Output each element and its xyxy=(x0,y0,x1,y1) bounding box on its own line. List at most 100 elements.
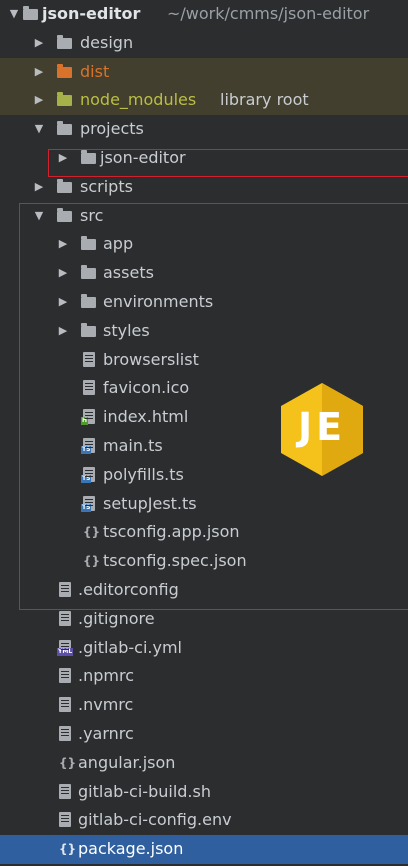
tree-item-gitlab-ci-yml[interactable]: YML .gitlab-ci.yml xyxy=(0,634,408,663)
tree-item-package-json[interactable]: {} package.json xyxy=(0,835,408,864)
tree-item-gitlab-ci-config[interactable]: gitlab-ci-config.env xyxy=(0,806,408,835)
file-label: polyfills.ts xyxy=(103,464,184,484)
file-label: .yarnrc xyxy=(78,723,134,743)
folder-label: design xyxy=(80,32,134,52)
file-label: favicon.ico xyxy=(103,378,190,398)
file-label: gitlab-ci-config.env xyxy=(78,810,232,830)
file-label: angular.json xyxy=(78,752,176,772)
tree-item-nvmrc[interactable]: .nvmrc xyxy=(0,691,408,720)
tree-item-dist[interactable]: ▶ dist xyxy=(0,57,408,87)
expanded-arrow-icon[interactable]: ▼ xyxy=(31,202,47,231)
json-file-icon: {} xyxy=(83,554,101,569)
expanded-arrow-icon[interactable]: ▼ xyxy=(31,115,47,144)
tree-item-gitignore[interactable]: .gitignore xyxy=(0,605,408,634)
folder-icon xyxy=(57,34,72,49)
ts-badge: TS xyxy=(81,474,92,483)
logo-text-wrapper: JE xyxy=(278,381,366,478)
json-file-icon: {} xyxy=(83,525,101,540)
ts-badge: TS xyxy=(81,503,92,512)
text-file-icon xyxy=(59,697,71,713)
folder-label: app xyxy=(103,234,134,254)
tree-item-tsconfig-spec[interactable]: {} tsconfig.spec.json xyxy=(0,547,408,576)
text-file-icon xyxy=(83,380,95,396)
typescript-file-icon: TS xyxy=(81,437,95,454)
collapsed-arrow-icon[interactable]: ▶ xyxy=(31,58,47,87)
folder-icon xyxy=(57,121,72,136)
tree-item-gitlab-ci-build[interactable]: gitlab-ci-build.sh xyxy=(0,778,408,807)
tree-item-node-modules[interactable]: ▶ node_modules library root xyxy=(0,86,408,116)
collapsed-arrow-icon[interactable]: ▶ xyxy=(31,173,47,202)
tree-item-projects[interactable]: ▼ projects xyxy=(0,115,408,144)
file-label: .npmrc xyxy=(78,666,134,686)
collapsed-arrow-icon[interactable]: ▶ xyxy=(55,288,71,317)
folder-label: assets xyxy=(103,263,154,283)
expanded-arrow-icon[interactable]: ▼ xyxy=(6,0,22,29)
tree-item-environments[interactable]: ▶ environments xyxy=(0,288,408,317)
tree-item-app[interactable]: ▶ app xyxy=(0,230,408,259)
collapsed-arrow-icon[interactable]: ▶ xyxy=(31,86,47,115)
file-label: tsconfig.app.json xyxy=(103,522,240,542)
text-file-icon xyxy=(59,668,71,684)
folder-label: styles xyxy=(103,320,150,340)
folder-label: node_modules xyxy=(80,90,197,110)
yml-badge: YML xyxy=(57,647,74,656)
typescript-file-icon: TS xyxy=(81,495,95,512)
file-label: main.ts xyxy=(103,435,163,455)
folder-icon xyxy=(81,265,96,280)
typescript-file-icon: TS xyxy=(81,466,95,483)
file-label: index.html xyxy=(103,407,189,427)
tree-item-setupjest-ts[interactable]: TS setupJest.ts xyxy=(0,490,408,519)
json-file-icon: {} xyxy=(59,755,77,770)
file-label: setupJest.ts xyxy=(103,493,197,513)
ts-badge: TS xyxy=(81,445,92,454)
file-label: package.json xyxy=(78,839,184,859)
file-label: browserslist xyxy=(103,349,199,369)
project-name: json-editor xyxy=(42,4,141,23)
collapsed-arrow-icon[interactable]: ▶ xyxy=(55,259,71,288)
file-label: .gitignore xyxy=(78,608,155,628)
tree-item-projects-json-editor[interactable]: ▶ json-editor xyxy=(0,144,408,173)
tree-item-scripts[interactable]: ▶ scripts xyxy=(0,173,408,202)
text-file-icon xyxy=(59,812,71,828)
folder-label: json-editor xyxy=(100,147,186,167)
html-badge: H xyxy=(81,417,89,426)
tree-item-design[interactable]: ▶ design xyxy=(0,29,408,58)
collapsed-arrow-icon[interactable]: ▶ xyxy=(55,317,71,346)
collapsed-arrow-icon[interactable]: ▶ xyxy=(55,144,71,173)
library-root-tag: library root xyxy=(220,90,309,110)
tree-item-yarnrc[interactable]: .yarnrc xyxy=(0,720,408,749)
tree-item-assets[interactable]: ▶ assets xyxy=(0,259,408,288)
collapsed-arrow-icon[interactable]: ▶ xyxy=(31,29,47,58)
folder-icon xyxy=(81,236,96,251)
json-file-icon: {} xyxy=(59,842,77,857)
excluded-folder-icon xyxy=(57,63,72,78)
project-path: ~/work/cmms/json-editor xyxy=(167,4,370,23)
folder-icon xyxy=(81,293,96,308)
tree-item-tsconfig-app[interactable]: {} tsconfig.app.json xyxy=(0,518,408,547)
folder-label: scripts xyxy=(80,176,133,196)
text-file-icon xyxy=(83,351,95,367)
folder-label: environments xyxy=(103,291,214,311)
collapsed-arrow-icon[interactable]: ▶ xyxy=(55,230,71,259)
file-label: tsconfig.spec.json xyxy=(103,551,247,571)
folder-icon xyxy=(57,207,72,222)
yaml-file-icon: YML xyxy=(57,639,74,656)
folder-label: projects xyxy=(80,119,144,139)
folder-icon xyxy=(23,6,38,20)
folder-icon xyxy=(57,178,72,193)
folder-label: dist xyxy=(80,61,110,81)
text-file-icon xyxy=(59,581,71,597)
tree-item-npmrc[interactable]: .npmrc xyxy=(0,662,408,691)
text-file-icon xyxy=(59,783,71,799)
tree-item-editorconfig[interactable]: .editorconfig xyxy=(0,576,408,605)
folder-icon xyxy=(81,149,96,164)
tree-root-json-editor[interactable]: ▼ json-editor ~/work/cmms/json-editor xyxy=(0,0,408,29)
folder-icon xyxy=(81,322,96,337)
tree-item-angular-json[interactable]: {} angular.json xyxy=(0,749,408,778)
tree-item-src[interactable]: ▼ src xyxy=(0,202,408,231)
text-file-icon xyxy=(59,725,71,741)
tree-item-styles[interactable]: ▶ styles xyxy=(0,317,408,346)
file-label: gitlab-ci-build.sh xyxy=(78,781,211,801)
text-file-icon xyxy=(59,610,71,626)
tree-item-browserslist[interactable]: browserslist xyxy=(0,346,408,375)
